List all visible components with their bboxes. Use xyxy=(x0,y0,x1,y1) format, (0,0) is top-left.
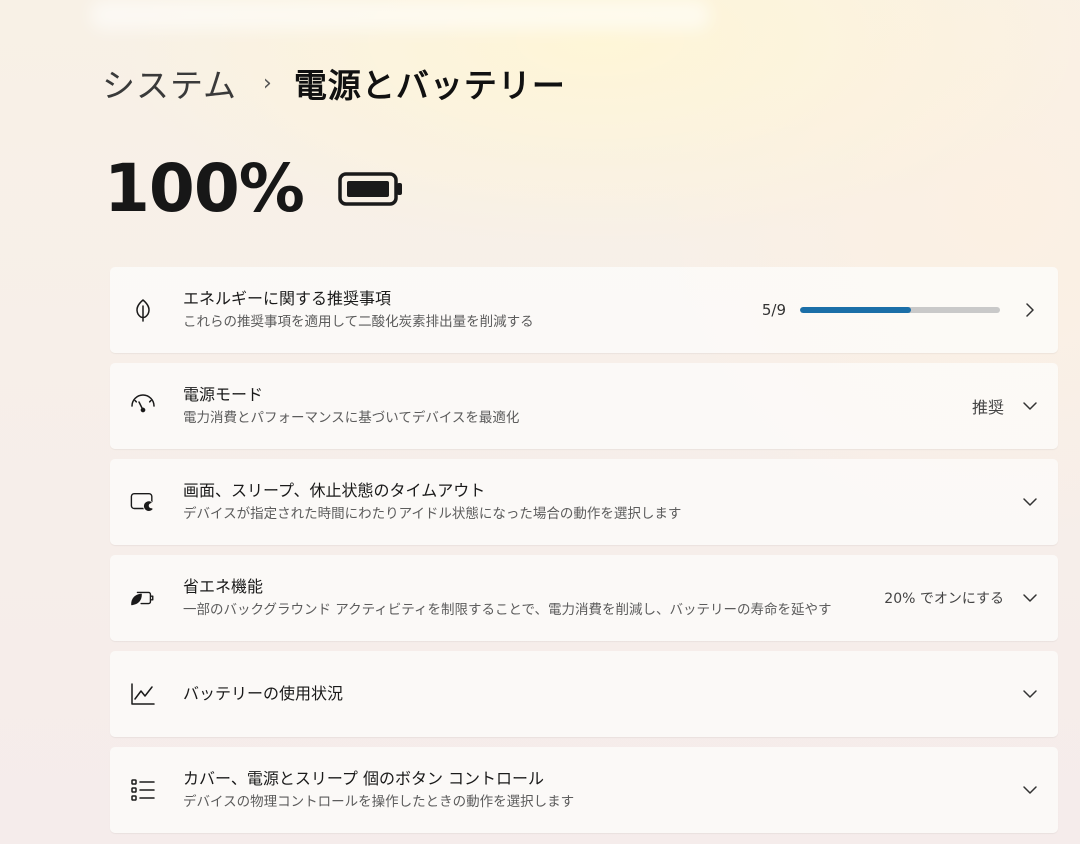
power-mode-row[interactable]: 電源モード 電力消費とパフォーマンスに基づいてデバイスを最適化 推奨 xyxy=(110,363,1058,449)
battery-usage-row[interactable]: バッテリーの使用状況 xyxy=(110,651,1058,737)
power-mode-gauge-icon xyxy=(130,393,156,419)
battery-status: 100% xyxy=(104,148,404,228)
button-list-icon xyxy=(130,777,156,803)
recommendations-progress-fill xyxy=(800,307,912,313)
screen-sleep-subtitle: デバイスが指定された時間にわたりアイドル状態になった場合の動作を選択します xyxy=(183,506,682,522)
battery-percentage: 100% xyxy=(104,149,305,227)
energy-recommendations-title: エネルギーに関する推奨事項 xyxy=(183,289,392,308)
battery-saver-subtitle: 一部のバックグラウンド アクティビティを制限することで、電力消費を削減し、バッテ… xyxy=(183,602,832,618)
recommendations-progress-label: 5/9 xyxy=(761,301,786,319)
battery-saver-title: 省エネ機能 xyxy=(183,577,264,596)
chevron-down-icon[interactable] xyxy=(1022,590,1038,606)
button-controls-title: カバー、電源とスリープ 個のボタン コントロール xyxy=(183,769,545,788)
battery-usage-title: バッテリーの使用状況 xyxy=(183,684,344,703)
recommendations-progress-bar xyxy=(800,307,1000,313)
settings-list: エネルギーに関する推奨事項 これらの推奨事項を適用して二酸化炭素排出量を削減する… xyxy=(110,267,1058,843)
power-mode-subtitle: 電力消費とパフォーマンスに基づいてデバイスを最適化 xyxy=(183,410,520,426)
button-controls-row[interactable]: カバー、電源とスリープ 個のボタン コントロール デバイスの物理コントロールを操… xyxy=(110,747,1058,833)
breadcrumb: システム › 電源とバッテリー xyxy=(102,58,566,108)
top-blurred-header xyxy=(90,0,710,30)
leaf-icon xyxy=(130,297,156,323)
chevron-down-icon[interactable] xyxy=(1022,494,1038,510)
power-mode-value[interactable]: 推奨 xyxy=(972,394,1004,418)
chevron-down-icon[interactable] xyxy=(1022,782,1038,798)
breadcrumb-parent-system[interactable]: システム xyxy=(102,59,237,107)
battery-saver-value[interactable]: 20% でオンにする xyxy=(884,588,1004,608)
battery-saver-icon xyxy=(130,585,156,611)
screen-sleep-icon xyxy=(130,489,156,515)
button-controls-subtitle: デバイスの物理コントロールを操作したときの動作を選択します xyxy=(183,794,575,810)
breadcrumb-separator: › xyxy=(263,70,272,96)
battery-saver-row[interactable]: 省エネ機能 一部のバックグラウンド アクティビティを制限することで、電力消費を削… xyxy=(110,555,1058,641)
power-mode-title: 電源モード xyxy=(183,385,264,404)
usage-chart-icon xyxy=(130,681,156,707)
chevron-down-icon[interactable] xyxy=(1022,398,1038,414)
energy-recommendations-row[interactable]: エネルギーに関する推奨事項 これらの推奨事項を適用して二酸化炭素排出量を削減する… xyxy=(110,267,1058,353)
screen-sleep-title: 画面、スリープ、休止状態のタイムアウト xyxy=(183,481,486,500)
chevron-right-icon xyxy=(1022,302,1038,318)
screen-sleep-timeout-row[interactable]: 画面、スリープ、休止状態のタイムアウト デバイスが指定された時間にわたりアイドル… xyxy=(110,459,1058,545)
energy-recommendations-subtitle: これらの推奨事項を適用して二酸化炭素排出量を削減する xyxy=(183,314,534,330)
page-title: 電源とバッテリー xyxy=(293,66,566,105)
chevron-down-icon[interactable] xyxy=(1022,686,1038,702)
battery-full-icon xyxy=(338,171,404,211)
